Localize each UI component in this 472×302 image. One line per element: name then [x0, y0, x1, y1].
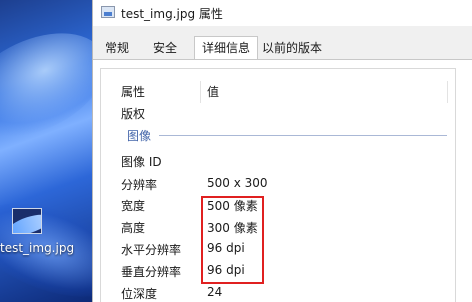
- details-list[interactable]: 属性 值 版权 图像 图像 ID 分辨率 500 x 300 宽度 500 像素…: [100, 68, 456, 302]
- column-divider[interactable]: [200, 81, 201, 103]
- window-title: test_img.jpg 属性: [121, 7, 223, 21]
- image-thumbnail-wave: [13, 210, 41, 233]
- column-header-value[interactable]: 值: [207, 83, 219, 100]
- property-name: 分辨率: [121, 178, 158, 192]
- desktop-background: test_img.jpg: [0, 0, 92, 302]
- tab-previous-versions[interactable]: 以前的版本: [254, 36, 330, 60]
- list-item[interactable]: 分辨率 500 x 300: [101, 172, 455, 194]
- group-divider: [159, 135, 447, 136]
- column-divider[interactable]: [447, 81, 448, 103]
- properties-dialog: test_img.jpg 属性 常规 安全 详细信息 以前的版本 属性 值 版权…: [92, 0, 472, 302]
- property-value: 500 x 300: [207, 176, 268, 190]
- column-header-property[interactable]: 属性: [121, 83, 145, 100]
- group-label-image: 图像: [127, 129, 152, 143]
- property-name: 宽度: [121, 199, 146, 213]
- list-item[interactable]: 版权: [101, 101, 455, 123]
- property-name: 位深度: [121, 287, 158, 301]
- highlight-annotation-box: [201, 196, 264, 284]
- tab-details[interactable]: 详细信息: [194, 36, 259, 61]
- image-file-icon[interactable]: [12, 208, 42, 234]
- tab-general[interactable]: 常规: [97, 36, 137, 60]
- image-file-icon: [101, 6, 115, 18]
- list-item[interactable]: 垂直分辨率 96 dpi: [101, 259, 455, 281]
- property-value: 24: [207, 285, 223, 299]
- list-item[interactable]: 水平分辨率 96 dpi: [101, 237, 455, 259]
- property-name: 高度: [121, 221, 146, 235]
- list-item[interactable]: 位深度 24: [101, 281, 455, 302]
- list-item[interactable]: 宽度 500 像素: [101, 193, 455, 215]
- property-name: 版权: [121, 107, 146, 121]
- list-item[interactable]: 高度 300 像素: [101, 215, 455, 237]
- list-item[interactable]: 图像 ID: [101, 149, 455, 171]
- tab-security[interactable]: 安全: [145, 36, 185, 60]
- wallpaper-swirl: [0, 12, 92, 158]
- desktop-file-label[interactable]: test_img.jpg: [0, 241, 92, 255]
- title-bar[interactable]: test_img.jpg 属性: [93, 0, 472, 26]
- property-name: 垂直分辨率: [121, 265, 182, 279]
- property-name: 水平分辨率: [121, 243, 182, 257]
- details-panel: 属性 值 版权 图像 图像 ID 分辨率 500 x 300 宽度 500 像素…: [93, 60, 472, 302]
- property-name: 图像 ID: [121, 155, 162, 169]
- tab-strip: 常规 安全 详细信息 以前的版本: [93, 36, 472, 61]
